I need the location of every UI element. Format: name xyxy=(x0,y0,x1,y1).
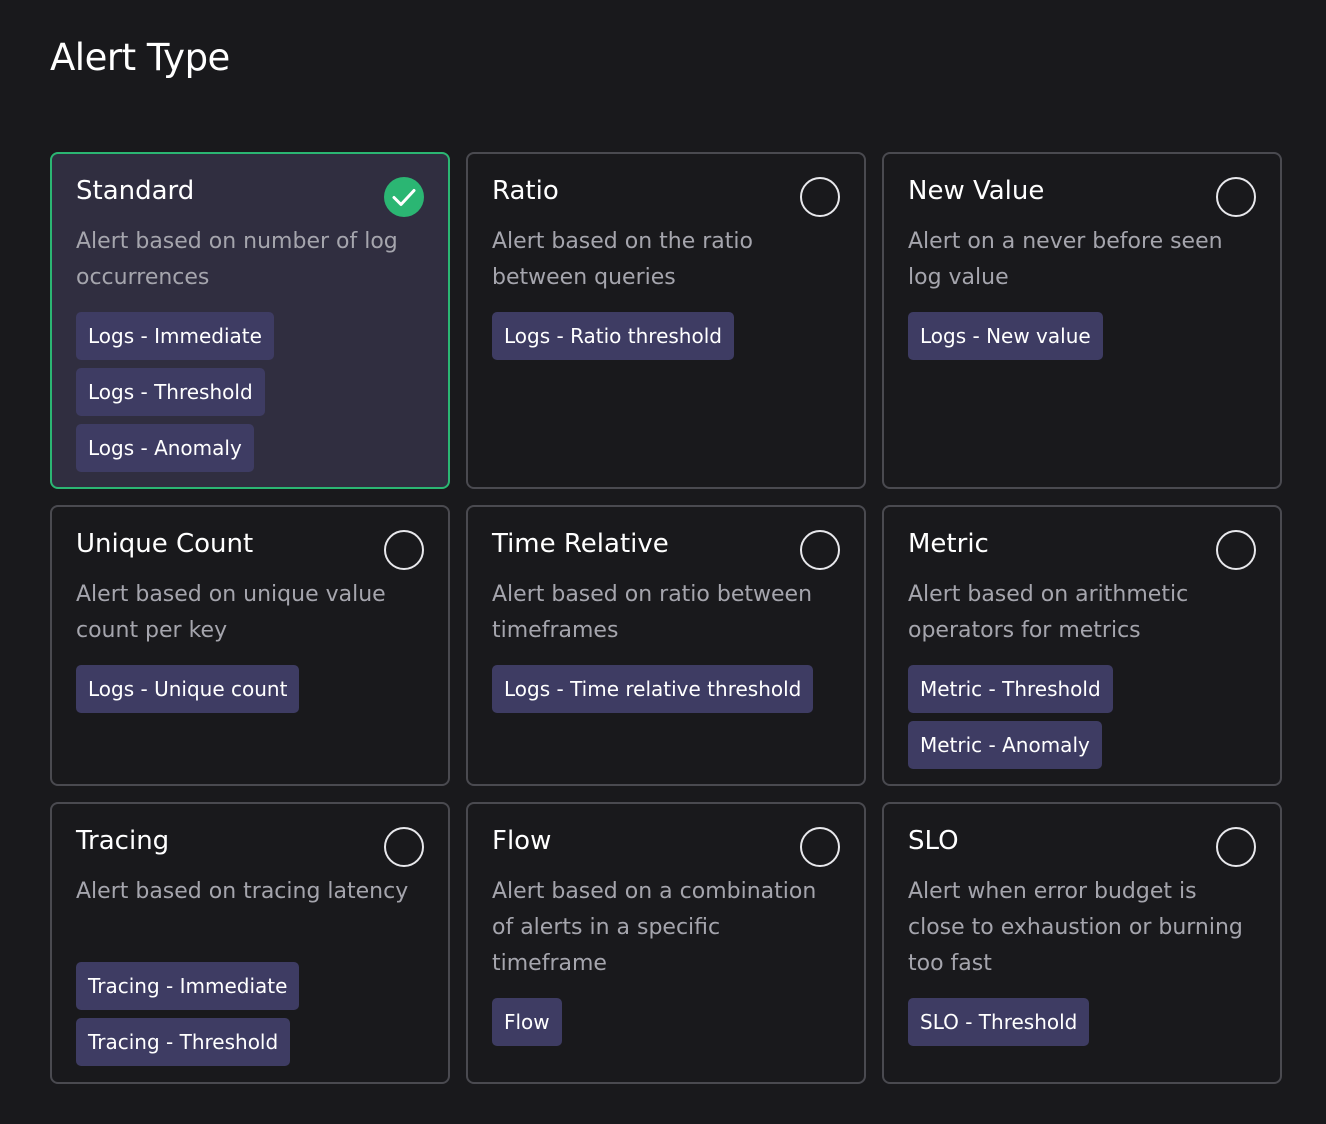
card-description: Alert based on a combination of alerts i… xyxy=(492,879,817,976)
alert-type-card-slo[interactable]: SLO Alert when error budget is close to … xyxy=(882,802,1282,1084)
card-description: Alert based on tracing latency xyxy=(76,879,409,904)
card-description: Alert based on arithmetic operators for … xyxy=(908,582,1189,643)
card-title: Tracing xyxy=(76,826,170,856)
card-title: Ratio xyxy=(492,176,559,206)
tag-list: Metric - Threshold Metric - Anomaly xyxy=(908,665,1113,777)
card-description: Alert based on number of log occurrences xyxy=(76,229,398,290)
tag-list: Logs - New value xyxy=(908,312,1103,368)
tag: Tracing - Threshold xyxy=(76,1018,291,1066)
tag-list: Logs - Unique count xyxy=(76,665,300,721)
tag: Logs - Anomaly xyxy=(76,424,254,472)
tag: Metric - Anomaly xyxy=(908,721,1102,769)
card-description: Alert based on unique value count per ke… xyxy=(76,582,386,643)
alert-type-card-flow[interactable]: Flow Alert based on a combination of ale… xyxy=(466,802,866,1084)
tag-list: Logs - Ratio threshold xyxy=(492,312,734,368)
page-title: Alert Type xyxy=(50,36,230,79)
tag-list: Logs - Immediate Logs - Threshold Logs -… xyxy=(76,312,274,480)
alert-type-card-time-relative[interactable]: Time Relative Alert based on ratio betwe… xyxy=(466,505,866,786)
card-description: Alert based on the ratio between queries xyxy=(492,229,753,290)
radio-button[interactable] xyxy=(1216,530,1256,570)
radio-button[interactable] xyxy=(384,530,424,570)
card-title: Unique Count xyxy=(76,529,254,559)
tag-list: Logs - Time relative threshold xyxy=(492,665,814,721)
card-title: Time Relative xyxy=(492,529,669,559)
card-title: Metric xyxy=(908,529,989,559)
radio-button[interactable] xyxy=(1216,827,1256,867)
alert-type-card-new-value[interactable]: New Value Alert on a never before seen l… xyxy=(882,152,1282,489)
card-description: Alert on a never before seen log value xyxy=(908,229,1223,290)
radio-button[interactable] xyxy=(1216,177,1256,217)
card-title: SLO xyxy=(908,826,959,856)
alert-type-card-metric[interactable]: Metric Alert based on arithmetic operato… xyxy=(882,505,1282,786)
tag: Metric - Threshold xyxy=(908,665,1113,713)
alert-type-card-unique-count[interactable]: Unique Count Alert based on unique value… xyxy=(50,505,450,786)
tag: Logs - Time relative threshold xyxy=(492,665,814,713)
tag-list: Flow xyxy=(492,998,562,1054)
tag-list: Tracing - Immediate Tracing - Threshold xyxy=(76,962,300,1074)
card-title: New Value xyxy=(908,176,1045,206)
tag-list: SLO - Threshold xyxy=(908,998,1090,1054)
card-description: Alert based on ratio between timeframes xyxy=(492,582,813,643)
tag: Flow xyxy=(492,998,562,1046)
alert-type-card-ratio[interactable]: Ratio Alert based on the ratio between q… xyxy=(466,152,866,489)
radio-button[interactable] xyxy=(800,177,840,217)
tag: Logs - Unique count xyxy=(76,665,300,713)
alert-type-card-tracing[interactable]: Tracing Alert based on tracing latency T… xyxy=(50,802,450,1084)
tag: Logs - Ratio threshold xyxy=(492,312,734,360)
radio-button[interactable] xyxy=(800,530,840,570)
radio-button[interactable] xyxy=(800,827,840,867)
tag: Logs - New value xyxy=(908,312,1103,360)
alert-type-card-standard[interactable]: Standard Alert based on number of log oc… xyxy=(50,152,450,489)
card-description: Alert when error budget is close to exha… xyxy=(908,879,1243,976)
radio-button[interactable] xyxy=(384,827,424,867)
card-title: Standard xyxy=(76,176,195,206)
check-icon[interactable] xyxy=(384,177,424,217)
tag: Logs - Threshold xyxy=(76,368,265,416)
tag: Logs - Immediate xyxy=(76,312,274,360)
tag: Tracing - Immediate xyxy=(76,962,300,1010)
tag: SLO - Threshold xyxy=(908,998,1090,1046)
card-title: Flow xyxy=(492,826,552,856)
